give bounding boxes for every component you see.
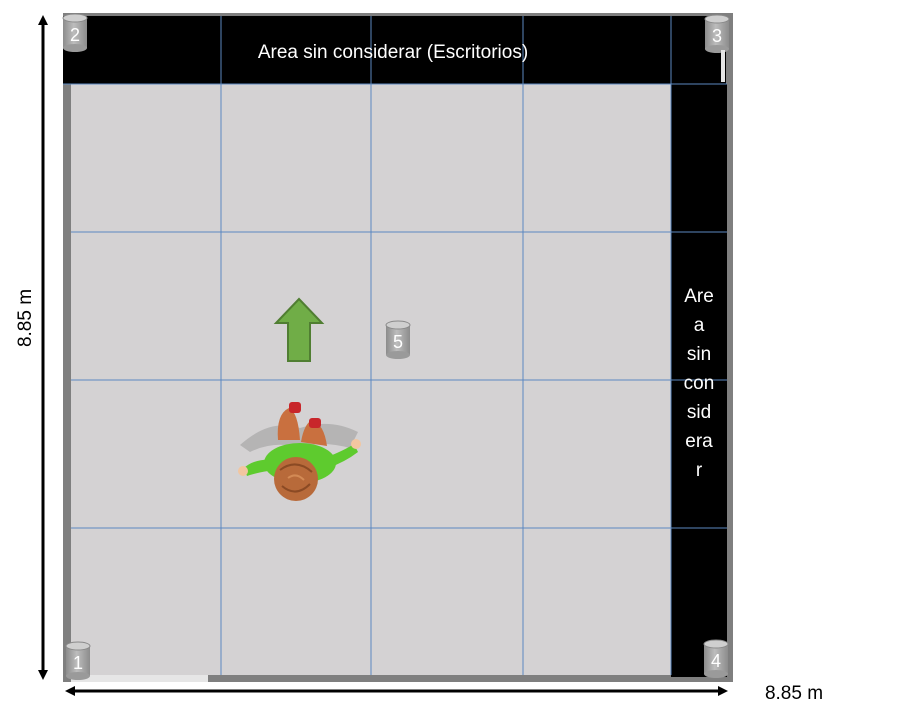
right-zone-label-line: Are (684, 286, 714, 307)
marker-3-post (721, 50, 725, 82)
right-zone-label-line: sid (687, 402, 711, 423)
right-zone-label-line: r (696, 460, 703, 481)
marker-3: 3 (704, 14, 730, 53)
marker-2: 2 (62, 13, 88, 52)
marker-3-label: 3 (712, 26, 722, 46)
right-zone-label-line: era (685, 431, 713, 452)
marker-2-label: 2 (70, 25, 80, 45)
doorway-strip (71, 675, 208, 682)
right-zone-label-line: sin (687, 344, 711, 365)
top-zone-label: Area sin considerar (Escritorios) (258, 42, 528, 63)
marker-4-label: 4 (711, 651, 721, 671)
marker-1-label: 1 (73, 653, 83, 673)
horizontal-dimension-label: 8.85 m (765, 683, 823, 704)
right-zone-label-line: con (684, 373, 715, 394)
right-zone-label-line: a (694, 315, 705, 336)
marker-1: 1 (65, 641, 91, 680)
marker-5-label: 5 (393, 332, 403, 352)
vertical-dimension-label: 8.85 m (15, 289, 36, 347)
marker-4: 4 (703, 639, 729, 678)
room-floor-plan: Area sin considerar (Escritorios) Are a … (15, 13, 823, 704)
marker-5: 5 (385, 320, 411, 359)
